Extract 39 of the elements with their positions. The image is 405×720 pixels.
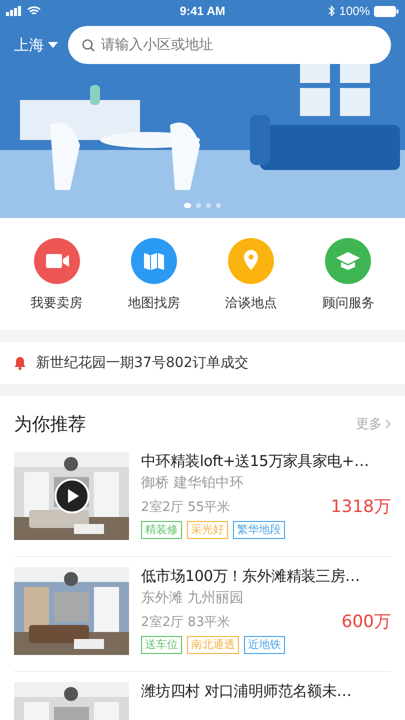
chevron-icon	[385, 419, 391, 429]
carousel-dot[interactable]	[196, 203, 201, 208]
listing-card[interactable]: 中环精装loft+送15万家具家电+… 御桥 建华铂中环 2室2厅 55平米 1318万 精装修 采光好 繁华地段	[14, 442, 391, 557]
feature-tag: 南北通透	[187, 636, 239, 654]
battery-icon	[374, 6, 399, 16]
search-field[interactable]: 请输入小区或地址	[68, 26, 391, 64]
carousel-dot[interactable]	[216, 203, 221, 208]
shortcut-button[interactable]: 地图找房	[114, 238, 194, 312]
status-time: 9:41 AM	[180, 4, 226, 18]
listing-size: 2室2厅 55平米	[141, 498, 230, 516]
listing-title: 低市场100万！东外滩精装三房…	[141, 567, 361, 586]
listing-price: 600万	[342, 611, 391, 633]
play-icon[interactable]	[54, 478, 90, 514]
listing-title: 潍坊四村 对口浦明师范名额未…	[141, 682, 352, 701]
feature-tag: 采光好	[187, 521, 228, 539]
feature-tag: 送车位	[141, 636, 182, 654]
battery-percent: 100%	[339, 4, 370, 18]
listing-card[interactable]: 低市场100万！东外滩精装三房… 东外滩 九州丽园 2室2厅 83平米 600万 送车位 南北通透 近地铁	[14, 557, 391, 672]
listing-title: 中环精装loft+送15万家具家电+…	[141, 452, 370, 471]
listing-card[interactable]: 潍坊四村 对口浦明师范名额未…	[14, 672, 391, 720]
listing-location: 东外滩 九州丽园	[141, 589, 244, 607]
city-selector[interactable]: 上海	[14, 36, 58, 54]
shortcut-button[interactable]: 顾问服务	[308, 238, 388, 312]
listing-size: 2室2厅 83平米	[141, 614, 230, 630]
shortcut-button[interactable]: 我要卖房	[16, 238, 97, 312]
caret-icon	[48, 42, 58, 48]
shortcut-button[interactable]: 洽谈地点	[211, 238, 292, 312]
section-title: 为你推荐	[14, 413, 86, 436]
feature-tag: 繁华地段	[233, 521, 285, 539]
carousel-dot[interactable]	[206, 203, 211, 208]
wifi-icon	[27, 6, 41, 16]
signal-icon	[6, 6, 23, 16]
feature-tag: 近地铁	[244, 636, 285, 654]
feature-tag: 精装修	[141, 521, 182, 539]
notice-text[interactable]: 新世纪花园一期37号802订单成交	[36, 354, 249, 372]
listing-location: 御桥 建华铂中环	[141, 474, 244, 492]
listing-price: 1318万	[330, 496, 391, 518]
bluetooth-icon	[328, 5, 336, 17]
bell-icon	[14, 356, 26, 370]
